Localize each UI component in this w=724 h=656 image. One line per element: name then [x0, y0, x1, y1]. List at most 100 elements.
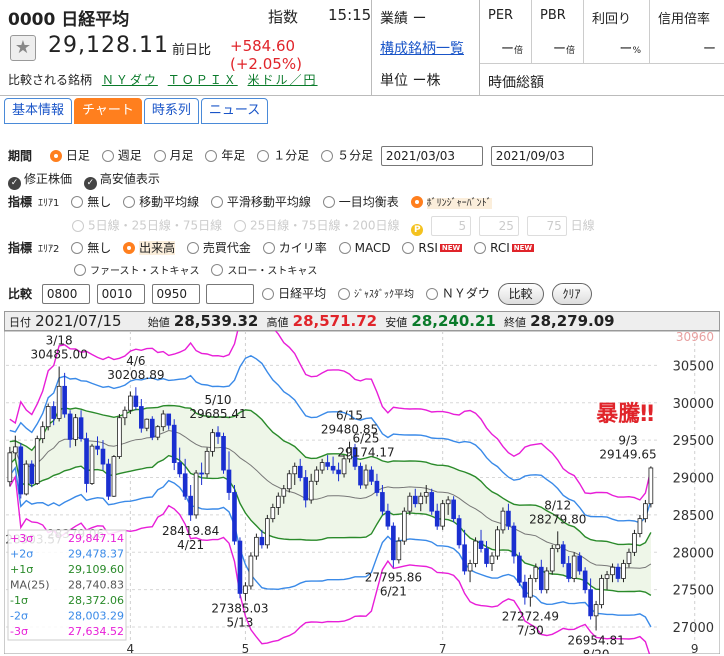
candle-body [599, 578, 604, 606]
tab-chart[interactable]: チャート [74, 98, 142, 124]
candle-body [577, 555, 582, 572]
options-row: ✓ 修正株価 ✓ 高安値表示 [8, 170, 160, 190]
readout-open: 28,539.32 [173, 312, 259, 330]
radio-area1-none[interactable] [71, 196, 84, 208]
ma-input-2[interactable]: 25 [478, 216, 519, 236]
radio-fast-stoch[interactable] [74, 264, 86, 276]
candle-body [111, 456, 117, 497]
tab-news[interactable]: ニュース [200, 98, 269, 124]
candle-body [210, 432, 215, 452]
radio-cmp-nydow[interactable] [425, 287, 438, 300]
radio-yearly[interactable] [205, 149, 218, 162]
adjusted-price-check-icon[interactable]: ✓ [8, 177, 21, 190]
radio-area2-none[interactable] [71, 242, 84, 254]
price-annotation: 29149.65 [599, 447, 656, 461]
radio-area2-macd[interactable] [338, 242, 351, 254]
compare-code-3[interactable]: 0950 [151, 284, 200, 304]
date-to-input[interactable]: 2021/09/03 [490, 146, 593, 166]
ma-input-3[interactable]: 75 [526, 216, 567, 236]
candle-body [467, 563, 473, 572]
compare-code-1[interactable]: 0800 [41, 284, 90, 304]
period-row: 期間 日足 週足 月足 年足 １分足 ５分足 2021/03/03 2021/0… [8, 146, 593, 166]
radio-ma-long[interactable] [234, 219, 247, 232]
candle-body [226, 469, 232, 493]
candle-body [528, 578, 533, 598]
candle-body [451, 499, 456, 520]
readout-date: 2021/07/15 [35, 312, 122, 330]
candle-body [204, 450, 210, 475]
radio-daily[interactable] [49, 149, 62, 162]
readout-close: 28,279.09 [530, 312, 615, 330]
radio-monthly[interactable] [153, 149, 166, 162]
candle-body [67, 413, 73, 440]
candle-body [45, 406, 51, 428]
radio-area1-bollinger[interactable] [410, 196, 423, 208]
candle-body [615, 566, 621, 579]
candle-body [73, 417, 78, 440]
radio-slow-stoch[interactable] [211, 264, 224, 276]
ma-input-1[interactable]: 5 [431, 216, 472, 236]
price-annotation: 29685.41 [189, 407, 246, 421]
candle-body [369, 469, 374, 482]
y-tick-label: 28500 [673, 509, 714, 524]
candle-body [358, 465, 363, 486]
radio-area2-deviation[interactable] [262, 242, 275, 254]
price-annotation: 30208.89 [107, 368, 164, 382]
area1-row: 指標 ｴﾘｱ1 無し 移動平均線 平滑移動平均線 一目均衡表 ﾎﾞﾘﾝｼﾞｬｰﾊﾞ… [8, 195, 492, 209]
candle-body [100, 448, 106, 465]
candle-body [286, 473, 292, 490]
y-tick-label: 27500 [673, 584, 714, 599]
radio-area1-ma[interactable] [123, 196, 136, 208]
candlestick-chart[interactable]: 27000 27500 28000 28500 29000 29500 30000 30500… [4, 331, 720, 654]
radio-cmp-nikkei[interactable] [262, 287, 275, 300]
radio-5min[interactable] [321, 149, 334, 162]
date-from-input[interactable]: 2021/03/03 [380, 146, 483, 166]
ma-options-row: 5日線・25日線・75日線 25日線・75日線・200日線 P 5 25 75 … [64, 216, 595, 236]
radio-area2-volume[interactable] [123, 242, 136, 254]
radio-area1-smooth-ma[interactable] [210, 196, 223, 208]
legend-name: MA(25) [10, 579, 50, 592]
candle-body [363, 469, 369, 486]
radio-weekly[interactable] [101, 149, 114, 162]
compare-row-label: 比較 [8, 286, 33, 301]
radio-area1-ichimoku[interactable] [322, 196, 335, 208]
candle-body [440, 503, 445, 527]
candle-body [407, 495, 413, 512]
stat-margin-ratio: 信用倍率 ー [650, 0, 724, 64]
tab-basic-info[interactable]: 基本情報 [4, 98, 73, 124]
candle-body [418, 495, 424, 505]
tab-time-series[interactable]: 時系列 [143, 98, 199, 124]
area2-row: 指標 ｴﾘｱ2 無し 出来高 売買代金 カイリ率 MACD RSI NEW RCI N… [8, 241, 535, 255]
legend-value: 28,003.29 [68, 610, 124, 623]
candle-body [303, 477, 309, 501]
candle-body [221, 436, 226, 471]
price-annotation: 27272.49 [502, 610, 559, 624]
compare-link-usdjpy[interactable]: 米ドル／円 [248, 73, 318, 87]
favorite-star-icon[interactable]: ★ [10, 35, 36, 61]
radio-1min[interactable] [257, 149, 270, 162]
price-annotation: 9/3 [618, 433, 637, 447]
y-tick-label: 28000 [673, 546, 714, 561]
compare-code-2[interactable]: 0010 [96, 284, 145, 304]
compare-link-topix[interactable]: ＴＯＰＩＸ [168, 73, 238, 87]
candle-body [177, 462, 183, 475]
candle-body [29, 463, 35, 484]
stat-per: PER ー倍 [480, 0, 532, 64]
clear-button[interactable]: ｸﾘｱ [551, 283, 592, 305]
radio-ma-short[interactable] [72, 219, 84, 232]
radio-cmp-jasdaq[interactable] [338, 287, 350, 300]
candle-body [232, 492, 237, 542]
constituents-link[interactable]: 構成銘柄一覧 [380, 38, 464, 58]
compare-link-nydow[interactable]: ＮＹダウ [102, 73, 158, 87]
current-price: 29,128.11 [48, 33, 169, 58]
candle-body [385, 510, 391, 527]
compare-button[interactable]: 比較 [497, 283, 544, 305]
radio-area2-turnover[interactable] [186, 242, 199, 254]
price-annotation: 5/13 [226, 615, 253, 629]
radio-area2-rsi[interactable] [402, 242, 415, 254]
radio-area2-rci[interactable] [474, 242, 487, 254]
high-low-check-icon[interactable]: ✓ [83, 177, 97, 190]
compare-code-4[interactable] [206, 284, 255, 304]
candle-body [12, 446, 18, 454]
candle-body [62, 385, 67, 415]
